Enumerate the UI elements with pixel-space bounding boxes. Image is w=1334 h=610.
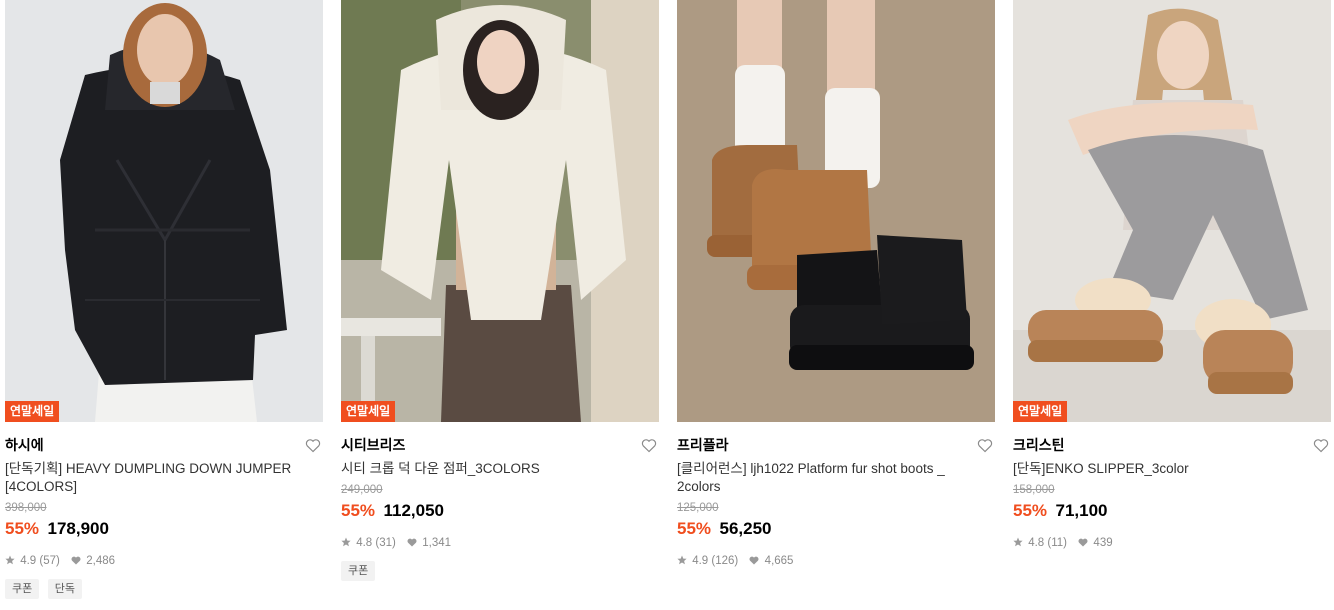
product-card[interactable]: 연말세일 시티브리즈 시티 크롭 덕 다운 점퍼_3COLORS 249,000… xyxy=(341,0,659,581)
rating-value: 4.8 xyxy=(356,537,373,549)
heart-filled-icon xyxy=(407,537,417,551)
sale-price: 112,050 xyxy=(383,501,444,520)
product-card[interactable]: 연말세일 크리스틴 [단독]ENKO SLIPPER_3color 158,00… xyxy=(1013,0,1331,550)
brand-name[interactable]: 하시에 xyxy=(5,436,323,454)
review-count: (11) xyxy=(1047,537,1068,549)
sale-badge: 연말세일 xyxy=(341,401,396,422)
product-name[interactable]: 시티 크롭 덕 다운 점퍼_3COLORS xyxy=(341,460,641,478)
product-name[interactable]: [단독]ENKO SLIPPER_3color xyxy=(1013,460,1313,478)
review-count: (31) xyxy=(375,537,396,549)
original-price: 398,000 xyxy=(5,502,47,514)
like-count: 4,665 xyxy=(764,555,794,567)
brand-name[interactable]: 시티브리즈 xyxy=(341,436,659,454)
star-icon xyxy=(677,555,687,569)
sale-badge: 연말세일 xyxy=(1013,401,1068,422)
rating-value: 4.9 xyxy=(692,555,709,567)
product-image[interactable] xyxy=(677,0,995,422)
discount-rate: 55% xyxy=(5,519,40,538)
coupon-tag: 쿠폰 xyxy=(341,561,376,581)
star-icon xyxy=(5,555,15,569)
rating-value: 4.8 xyxy=(1028,537,1045,549)
product-name[interactable]: [클리어런스] ljh1022 Platform fur shot boots … xyxy=(677,460,977,496)
original-price: 249,000 xyxy=(341,484,383,496)
brand-name[interactable]: 프리플라 xyxy=(677,436,995,454)
wishlist-heart-icon[interactable] xyxy=(641,438,657,453)
star-icon xyxy=(1013,537,1023,551)
star-icon xyxy=(341,537,351,551)
review-count: (126) xyxy=(711,555,739,567)
product-photo-fur-boots xyxy=(677,0,995,422)
review-count: (57) xyxy=(39,555,60,567)
wishlist-heart-icon[interactable] xyxy=(1313,438,1329,453)
original-price: 158,000 xyxy=(1013,484,1055,496)
sale-price: 71,100 xyxy=(1055,501,1108,520)
like-count: 2,486 xyxy=(86,555,116,567)
brand-name[interactable]: 크리스틴 xyxy=(1013,436,1331,454)
coupon-tag: 쿠폰 xyxy=(5,579,40,599)
product-photo-cropped-down-jacket xyxy=(341,0,659,422)
heart-filled-icon xyxy=(749,555,759,569)
sale-price: 56,250 xyxy=(719,519,772,538)
product-image[interactable]: 연말세일 xyxy=(5,0,323,422)
discount-rate: 55% xyxy=(677,519,712,538)
product-photo-puffer-jacket xyxy=(5,0,323,422)
product-card[interactable]: 프리플라 [클리어런스] ljh1022 Platform fur shot b… xyxy=(677,0,995,568)
discount-rate: 55% xyxy=(1013,501,1048,520)
like-count: 439 xyxy=(1093,537,1113,549)
wishlist-heart-icon[interactable] xyxy=(305,438,321,453)
heart-filled-icon xyxy=(71,555,81,569)
exclusive-tag: 단독 xyxy=(47,579,82,599)
original-price: 125,000 xyxy=(677,502,719,514)
discount-rate: 55% xyxy=(341,501,376,520)
product-name[interactable]: [단독기획] HEAVY DUMPLING DOWN JUMPER [4COLO… xyxy=(5,460,305,496)
sale-badge: 연말세일 xyxy=(5,401,60,422)
product-image[interactable]: 연말세일 xyxy=(1013,0,1331,422)
like-count: 1,341 xyxy=(422,537,452,549)
rating-value: 4.9 xyxy=(20,555,37,567)
sale-price: 178,900 xyxy=(47,519,109,538)
heart-filled-icon xyxy=(1078,537,1088,551)
product-image[interactable]: 연말세일 xyxy=(341,0,659,422)
wishlist-heart-icon[interactable] xyxy=(977,438,993,453)
product-photo-fur-slippers xyxy=(1013,0,1331,422)
product-card[interactable]: 연말세일 하시에 [단독기획] HEAVY DUMPLING DOWN JUMP… xyxy=(5,0,323,599)
